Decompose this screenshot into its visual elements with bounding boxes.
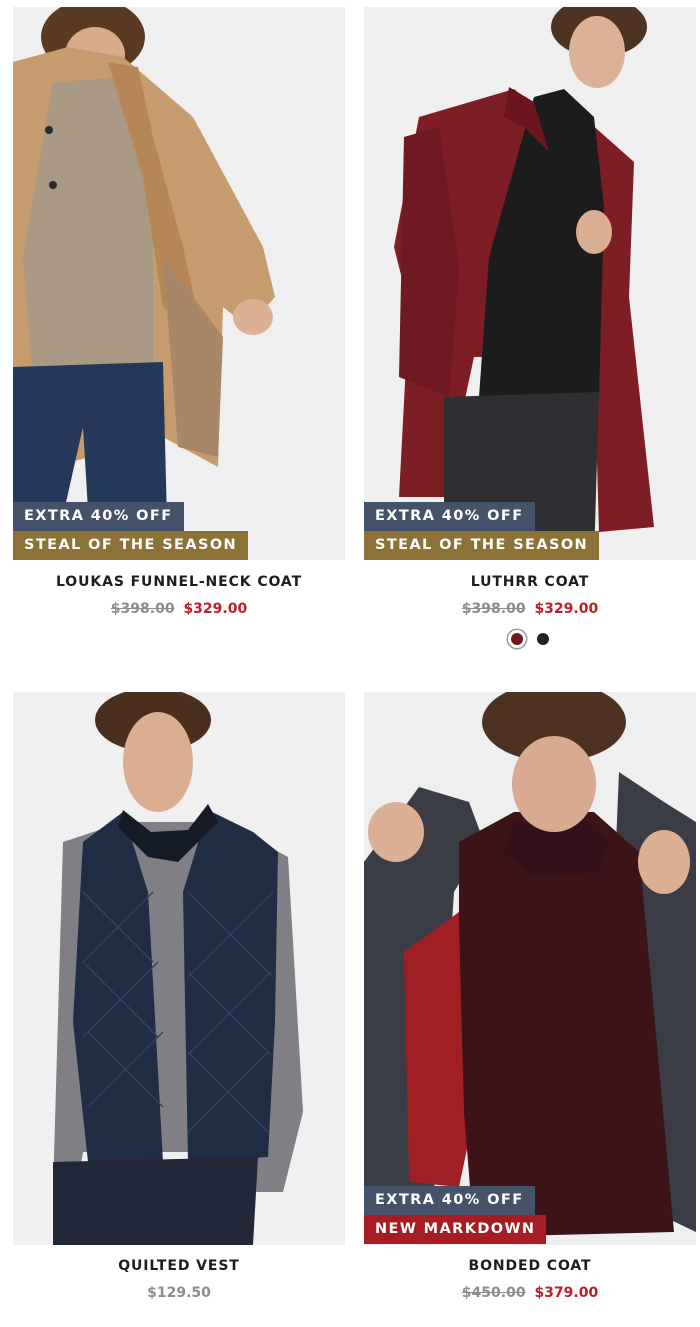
product-price: $398.00 $329.00: [13, 601, 345, 617]
color-swatches: [364, 630, 696, 652]
promo-badge-new-markdown: NEW MARKDOWN: [364, 1215, 547, 1244]
navy-quilted-vest-model-photo: [13, 692, 345, 1245]
promo-badge-extra-off: EXTRA 40% OFF: [13, 502, 184, 531]
swatch-black[interactable]: [537, 632, 550, 645]
promo-badge-steal-of-season: STEAL OF THE SEASON: [13, 531, 249, 560]
sale-price: $329.00: [183, 601, 248, 617]
product-card-quilted-vest[interactable]: QUILTED VEST $129.50: [13, 692, 345, 1312]
product-price: $129.50: [13, 1285, 345, 1301]
regular-price: $129.50: [147, 1285, 211, 1301]
product-image[interactable]: EXTRA 40% OFF NEW MARKDOWN: [364, 692, 696, 1245]
sale-price: $379.00: [534, 1285, 599, 1301]
sale-price: $329.00: [534, 601, 599, 617]
product-card-luthrr[interactable]: EXTRA 40% OFF STEAL OF THE SEASON LUTHRR…: [364, 7, 696, 657]
promo-badge-extra-off: EXTRA 40% OFF: [364, 502, 535, 531]
camel-coat-model-photo: [13, 7, 345, 560]
burgundy-coat-model-photo: [364, 7, 696, 560]
product-name[interactable]: LUTHRR COAT: [364, 574, 696, 590]
original-price: $398.00: [461, 601, 526, 617]
product-price: $398.00 $329.00: [364, 601, 696, 617]
product-card-loukas[interactable]: EXTRA 40% OFF STEAL OF THE SEASON LOUKAS…: [13, 7, 345, 627]
swatch-burgundy[interactable]: [510, 632, 523, 645]
promo-badge-steal-of-season: STEAL OF THE SEASON: [364, 531, 600, 560]
original-price: $450.00: [461, 1285, 526, 1301]
charcoal-coat-model-photo: [364, 692, 696, 1245]
product-price: $450.00 $379.00: [364, 1285, 696, 1301]
product-name[interactable]: LOUKAS FUNNEL-NECK COAT: [13, 574, 345, 590]
promo-badge-extra-off: EXTRA 40% OFF: [364, 1186, 535, 1215]
product-image[interactable]: EXTRA 40% OFF STEAL OF THE SEASON: [13, 7, 345, 560]
original-price: $398.00: [110, 601, 175, 617]
product-card-bonded-coat[interactable]: EXTRA 40% OFF NEW MARKDOWN BONDED COAT $…: [364, 692, 696, 1312]
product-name[interactable]: BONDED COAT: [364, 1258, 696, 1274]
product-image[interactable]: [13, 692, 345, 1245]
product-name[interactable]: QUILTED VEST: [13, 1258, 345, 1274]
product-image[interactable]: EXTRA 40% OFF STEAL OF THE SEASON: [364, 7, 696, 560]
